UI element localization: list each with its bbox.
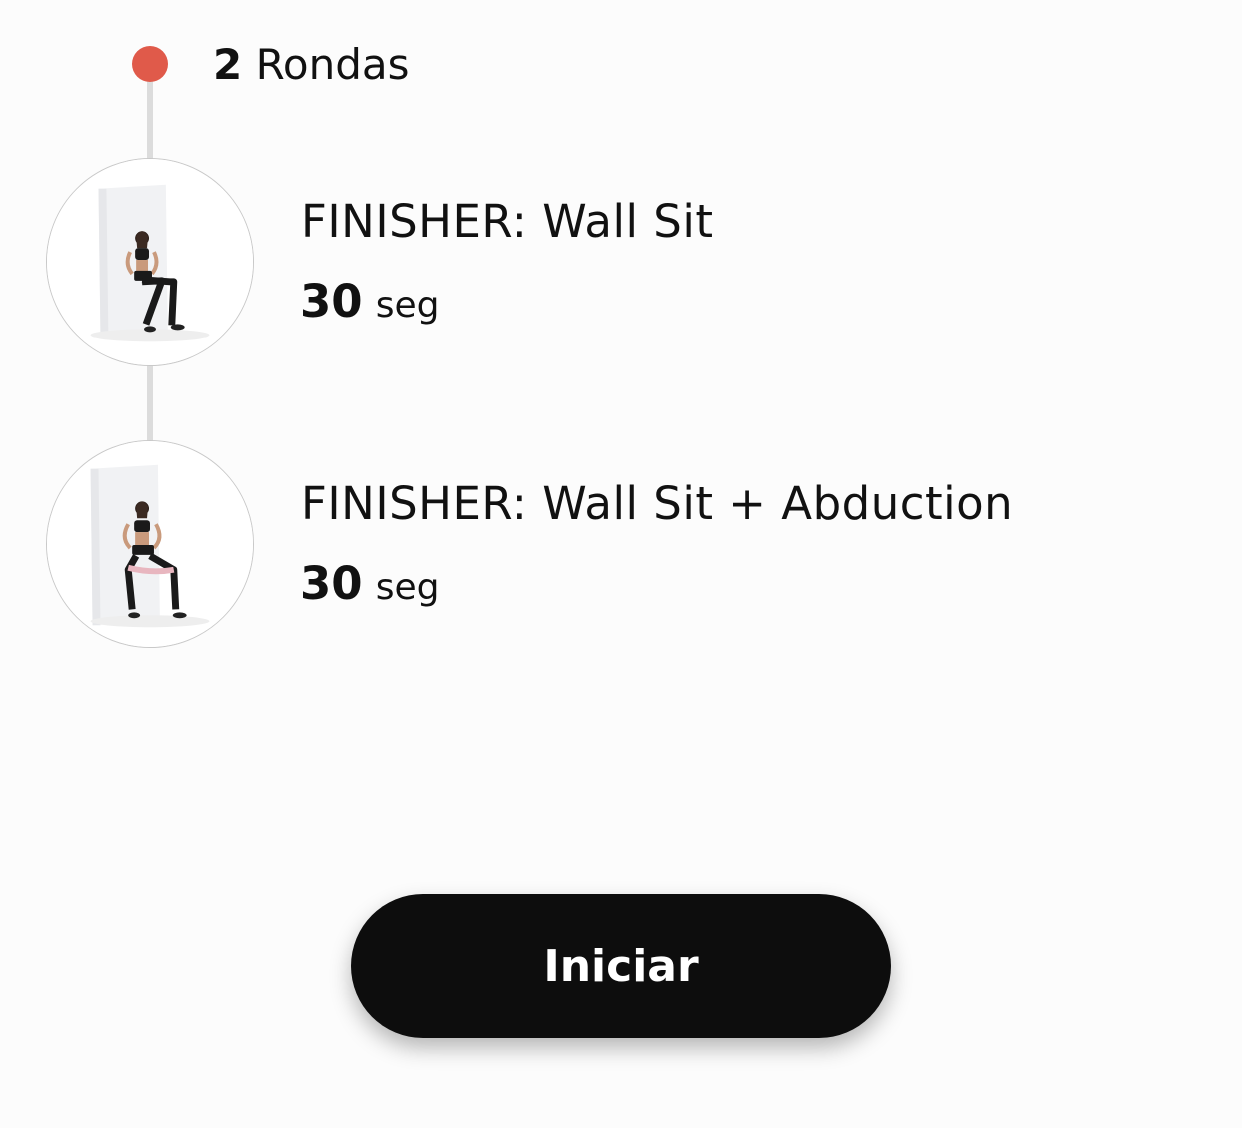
start-workout-button[interactable]: Iniciar: [351, 894, 891, 1038]
exercise-duration: 30 seg: [300, 554, 439, 618]
wall-sit-abduction-figure: [47, 441, 253, 647]
exercise-name[interactable]: FINISHER: Wall Sit + Abduction: [301, 475, 1013, 533]
exercise-duration: 30 seg: [300, 272, 439, 336]
timeline-connector: [147, 364, 153, 442]
rounds-header: 2 Rondas: [213, 38, 409, 92]
round-indicator-dot: [132, 46, 168, 82]
exercise-name[interactable]: FINISHER: Wall Sit: [301, 193, 713, 251]
wall-sit-figure: [47, 159, 253, 365]
workout-round-screen: 2 Rondas FINISHER: Wall Sit 30 seg FINIS…: [0, 0, 1242, 1128]
duration-unit: seg: [375, 285, 440, 326]
duration-value: 30: [300, 557, 363, 610]
rounds-count: 2: [213, 40, 243, 89]
exercise-thumbnail-wall-sit[interactable]: [46, 158, 254, 366]
rounds-label: Rondas: [255, 40, 410, 89]
duration-value: 30: [300, 275, 363, 328]
timeline-connector: [147, 80, 153, 160]
duration-unit: seg: [375, 567, 440, 608]
exercise-thumbnail-wall-sit-abduction[interactable]: [46, 440, 254, 648]
